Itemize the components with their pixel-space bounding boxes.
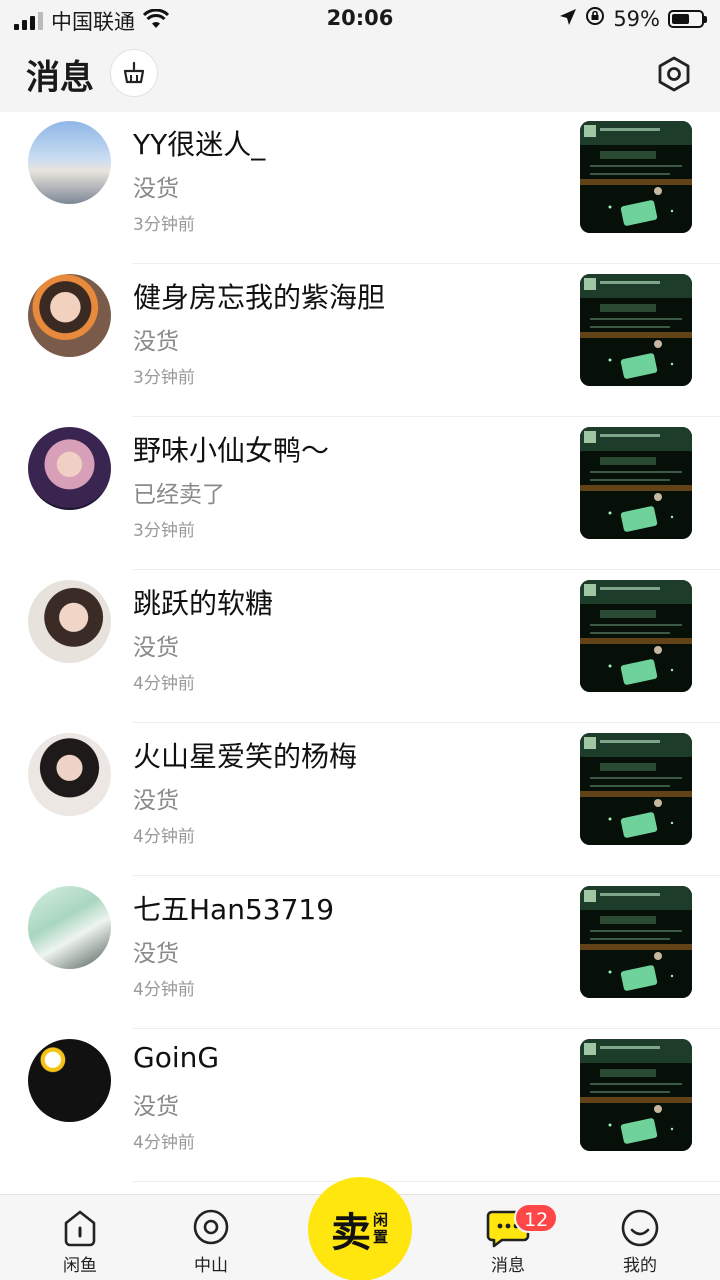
conversation-list[interactable]: YY很迷人_ 没货 3分钟前 健身房忘我的紫海胆 没货 3分钟前 野味小仙女鸭～ 已经卖了 3分… [0, 112, 720, 1194]
sell-label: 卖 [331, 1210, 371, 1256]
smile-face-icon [621, 1209, 659, 1247]
gear-icon [658, 56, 690, 92]
item-thumbnail[interactable] [580, 580, 692, 692]
conversation-time: 3分钟前 [133, 368, 195, 388]
tab-me[interactable]: 我的 [590, 1207, 690, 1276]
conversation-time: 4分钟前 [133, 1133, 195, 1153]
conversation-name: 跳跃的软糖 [133, 587, 274, 620]
tab-location[interactable]: 中山 [161, 1207, 261, 1276]
avatar[interactable] [28, 427, 111, 510]
avatar[interactable] [28, 121, 111, 204]
item-thumbnail[interactable] [580, 121, 692, 233]
conversation-name: 火山星爱笑的杨梅 [133, 740, 358, 773]
conversation-preview: 已经卖了 [133, 482, 225, 508]
home-icon [64, 1210, 96, 1247]
avatar[interactable] [28, 1039, 111, 1122]
tab-bar: 闲鱼 中山 卖 闲置 12 消息 我的 [0, 1177, 720, 1280]
conversation-row[interactable]: GoinG 没货 4分钟前 [0, 1029, 720, 1182]
conversation-preview: 没货 [133, 788, 179, 814]
row-divider [133, 1181, 720, 1182]
avatar[interactable] [28, 733, 111, 816]
conversation-name: GoinG [133, 1041, 220, 1074]
conversation-preview: 没货 [133, 1094, 179, 1120]
unread-badge: 12 [514, 1203, 559, 1233]
clear-unread-button[interactable] [110, 49, 158, 97]
avatar[interactable] [28, 274, 111, 357]
conversation-time: 3分钟前 [133, 215, 195, 235]
location-arrow-icon [559, 7, 577, 31]
orientation-lock-icon [585, 6, 605, 31]
tab-messages-label: 消息 [491, 1256, 525, 1276]
conversation-row[interactable]: 七五Han53719 没货 4分钟前 [0, 876, 720, 1029]
conversation-name: 野味小仙女鸭～ [133, 434, 330, 467]
item-thumbnail[interactable] [580, 427, 692, 539]
battery-percent: 59% [613, 6, 660, 31]
item-thumbnail[interactable] [580, 1039, 692, 1151]
conversation-row[interactable]: YY很迷人_ 没货 3分钟前 [0, 112, 720, 264]
header: 消息 [0, 38, 720, 112]
conversation-time: 3分钟前 [133, 521, 195, 541]
avatar[interactable] [28, 580, 111, 663]
tab-location-label: 中山 [194, 1256, 228, 1276]
conversation-time: 4分钟前 [133, 980, 195, 1000]
page-title: 消息 [26, 58, 94, 98]
conversation-name: 健身房忘我的紫海胆 [133, 281, 386, 314]
conversation-time: 4分钟前 [133, 674, 195, 694]
sell-button[interactable]: 卖 闲置 [308, 1177, 412, 1280]
conversation-name: YY很迷人_ [133, 128, 266, 161]
conversation-preview: 没货 [133, 329, 179, 355]
conversation-row[interactable]: 野味小仙女鸭～ 已经卖了 3分钟前 [0, 417, 720, 570]
conversation-preview: 没货 [133, 941, 179, 967]
tab-messages[interactable]: 12 消息 [458, 1203, 559, 1276]
conversation-name: 七五Han53719 [133, 893, 335, 926]
item-thumbnail[interactable] [580, 733, 692, 845]
conversation-row[interactable]: 火山星爱笑的杨梅没货 4分钟前 [0, 723, 720, 876]
item-thumbnail[interactable] [580, 274, 692, 386]
conversation-time: 4分钟前 [133, 827, 195, 847]
tab-home[interactable]: 闲鱼 [30, 1207, 130, 1276]
location-pin-icon [193, 1209, 229, 1245]
sell-sub-label: 闲置 [373, 1211, 389, 1246]
avatar[interactable] [28, 886, 111, 969]
tab-home-label: 闲鱼 [63, 1256, 97, 1276]
status-bar: 中国联通 20:06 59% [0, 0, 720, 38]
battery-icon [668, 9, 707, 28]
conversation-preview: 没货 [133, 635, 179, 661]
status-right: 59% [559, 6, 707, 31]
item-thumbnail[interactable] [580, 886, 692, 998]
tab-me-label: 我的 [623, 1256, 657, 1276]
broom-icon [123, 61, 145, 84]
settings-button[interactable] [654, 54, 694, 94]
conversation-preview: 没货 [133, 176, 179, 202]
conversation-row[interactable]: 跳跃的软糖没货 4分钟前 [0, 570, 720, 723]
conversation-row[interactable]: 健身房忘我的紫海胆没货 3分钟前 [0, 264, 720, 417]
